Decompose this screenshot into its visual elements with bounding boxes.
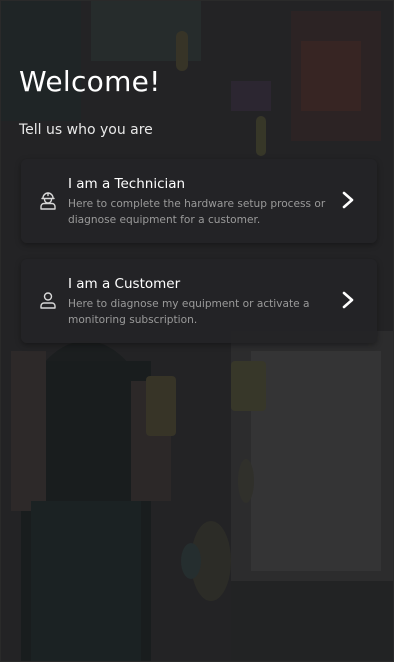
chevron-right-icon [342,191,354,209]
customer-icon [40,292,56,309]
welcome-screen: Welcome! Tell us who you are I am a Tech… [0,0,394,662]
technician-option-title: I am a Technician [68,176,186,192]
technician-option-description: Here to complete the hardware setup proc… [68,198,326,226]
customer-option-card[interactable]: I am a Customer Here to diagnose my equi… [21,259,377,343]
chevron-right-icon [342,291,354,309]
technician-option-card[interactable]: I am a Technician Here to complete the h… [21,159,377,243]
page-title: Welcome! [19,65,161,98]
customer-option-description: Here to diagnose my equipment or activat… [68,298,310,326]
technician-icon [40,192,56,210]
page-subtitle: Tell us who you are [19,122,153,138]
customer-option-title: I am a Customer [68,276,181,292]
